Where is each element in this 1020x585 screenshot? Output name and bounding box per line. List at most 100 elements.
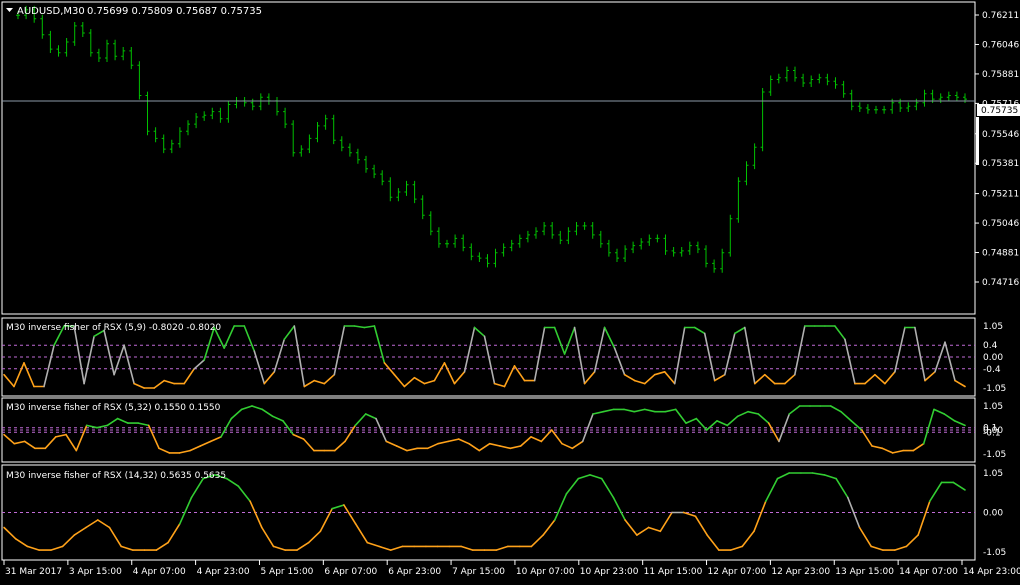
indicator-segment [912, 442, 925, 452]
indicator-segment [747, 410, 760, 415]
triangle-down-icon[interactable] [6, 8, 13, 12]
indicator-segment [743, 326, 756, 385]
indicator-segment [158, 447, 171, 454]
indicator-segment [366, 541, 380, 548]
indicator-segment [271, 415, 284, 422]
indicator-segment [499, 445, 512, 450]
indicator-segment [953, 420, 966, 427]
indicator-segment [693, 326, 706, 335]
indicator-segment [303, 379, 316, 388]
indicator-segment [850, 420, 863, 431]
indicator-tick-label: -1.05 [983, 450, 1006, 460]
chart-window[interactable]: 0.762110.760460.758810.757160.755460.753… [0, 0, 1020, 581]
indicator-segment [513, 365, 526, 382]
indicator-segment [120, 545, 134, 551]
symbol-label: AUDUSD,M30 [17, 6, 85, 17]
indicator-segment [473, 326, 486, 338]
time-tick-label: 10 Apr 23:00 [580, 567, 639, 577]
indicator-segment [553, 492, 568, 521]
price-pane[interactable]: 0.762110.760460.758810.757160.755460.753… [2, 5, 1019, 288]
time-tick-label: 12 Apr 23:00 [771, 567, 830, 577]
indicator-segment [73, 526, 87, 536]
indicator-segment [858, 526, 873, 548]
time-tick-label: 6 Apr 23:00 [388, 567, 441, 577]
time-tick-label: 10 Apr 07:00 [516, 567, 575, 577]
indicator-segment [251, 405, 264, 411]
indicator-segment [453, 370, 466, 385]
indicator-segment [633, 408, 646, 413]
price-bars [16, 5, 967, 273]
indicator-segment [592, 410, 605, 415]
indicator-segment [43, 344, 55, 388]
indicator-segment [443, 362, 456, 385]
indicator-segment [633, 379, 646, 385]
indicator-segment [393, 373, 406, 388]
indicator-segment [659, 511, 673, 533]
indicator-segment [260, 526, 275, 548]
indicator-segment [313, 379, 326, 385]
indicator-segment [167, 522, 181, 544]
indicator-segment [354, 522, 369, 544]
time-tick-label: 14 Apr 07:00 [899, 567, 958, 577]
indicator-segment [636, 526, 650, 536]
indicator-segment [155, 541, 169, 551]
indicator-segment [163, 379, 175, 385]
indicator-segment [764, 477, 779, 503]
indicator-segment [793, 325, 806, 376]
indicator-tick-label: 0.00 [983, 509, 1003, 519]
indicator-pane-3[interactable]: 1.05 0.00 -1.05 [2, 469, 1006, 558]
indicator-segment [363, 325, 376, 329]
indicator-segment [757, 413, 770, 424]
price-tick-label: 0.74881 [982, 249, 1019, 259]
indicator-segment [952, 481, 966, 491]
indicator-segment [922, 408, 935, 445]
indicator-segment [593, 326, 606, 373]
indicator-segment [944, 341, 956, 382]
indicator-segment [178, 449, 191, 454]
indicator-segment [26, 545, 41, 551]
indicator-segment [613, 347, 626, 376]
indicator-segment [943, 413, 956, 422]
indicator-segment [333, 440, 346, 452]
indicator-segment [726, 415, 739, 427]
indicator-segment [834, 325, 846, 341]
indicator-segment [753, 373, 766, 385]
indicator-segment [653, 370, 666, 376]
indicator-segment [75, 424, 88, 452]
indicator-segment [894, 326, 906, 373]
indicator-segment [706, 534, 720, 551]
indicator-segment [733, 326, 746, 335]
indicator-segment [183, 367, 195, 385]
chart-canvas[interactable]: 0.762110.760460.758810.757160.755460.753… [0, 0, 1020, 581]
indicator-segment [3, 433, 16, 445]
time-tick-label: 4 Apr 23:00 [197, 567, 250, 577]
indicator-segment [914, 326, 926, 382]
indicator-segment [519, 436, 532, 447]
indicator-segment [14, 537, 29, 548]
indicator-tick-label: -0.4 [983, 365, 1001, 375]
indicator-segment [199, 440, 212, 447]
indicator-segment [447, 438, 460, 443]
indicator-segment [884, 370, 896, 385]
indicator-segment [61, 534, 76, 548]
indicator-segment [530, 534, 544, 548]
indicator-segment [589, 474, 603, 480]
indicator-segment [209, 436, 222, 443]
indicator-segment [835, 477, 849, 499]
indicator-segment [716, 420, 729, 427]
indicator-segment [905, 534, 919, 548]
indicator-tick-label: -1.05 [983, 384, 1006, 394]
indicator-tick-label: 1.05 [983, 322, 1003, 332]
indicator-segment [225, 477, 240, 488]
indicator-segment [495, 545, 509, 551]
time-tick-label: 7 Apr 15:00 [452, 567, 505, 577]
indicator-segment [561, 442, 574, 450]
indicator-segment [83, 335, 95, 385]
time-tick-label: 14 Apr 23:00 [963, 567, 1020, 577]
indicator-segment [364, 413, 377, 420]
indicator-segment [302, 438, 315, 452]
price-tick-label: 0.76211 [982, 11, 1019, 21]
indicator-segment [13, 440, 26, 445]
indicator-segment [85, 519, 99, 529]
indicator-segment [663, 370, 676, 385]
